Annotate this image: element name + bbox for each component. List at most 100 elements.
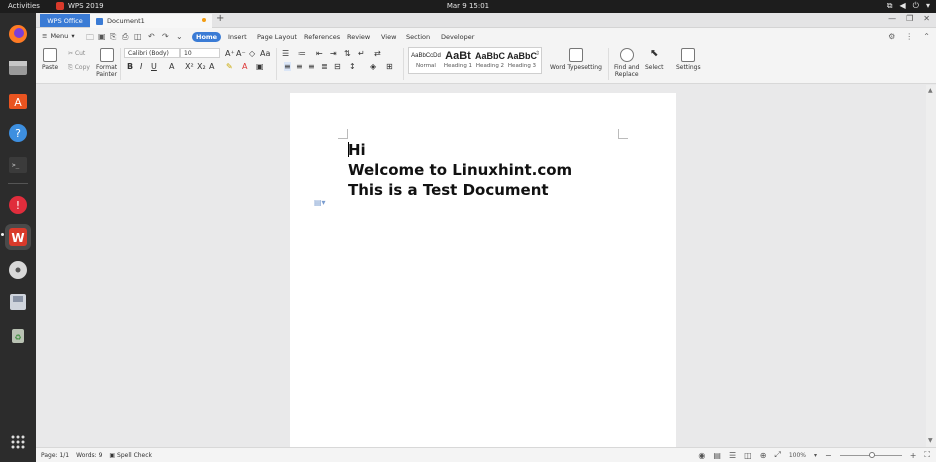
vertical-scrollbar[interactable]: ▲ ▼ [926,85,936,447]
open-folder-icon[interactable]: 🗀 [86,32,94,46]
undo-icon[interactable]: ↶ [148,32,155,41]
align-center-icon[interactable]: ≡ [296,62,303,71]
spell-check-button[interactable]: ▣ Spell Check [109,452,152,459]
save-icon[interactable]: ▣ [98,32,106,41]
decrease-indent-icon[interactable]: ⇤ [316,49,323,58]
tab-review[interactable]: Review [343,32,374,42]
outline-view-icon[interactable]: ☰ [729,451,736,460]
scroll-up-icon[interactable]: ▲ [928,87,933,94]
tab-page-layout[interactable]: Page Layout [253,32,301,42]
copy-button[interactable]: ⎘ Copy [68,64,90,72]
superscript-icon[interactable]: X² [185,62,194,71]
style-heading-3[interactable]: AaBbC Heading 3 [506,49,538,69]
page-count[interactable]: Page: 1/1 [41,452,69,459]
word-count[interactable]: Words: 9 [76,452,102,459]
minimize-button[interactable]: — [888,14,896,23]
zoom-out-button[interactable]: − [825,451,832,460]
style-heading-2[interactable]: AaBbC Heading 2 [474,49,506,69]
document-body[interactable]: Hi Welcome to Linuxhint.com This is a Te… [348,140,572,200]
system-tray[interactable]: ⧉ ◀ ⏻ ▾ [887,1,930,11]
restore-button[interactable]: ❐ [906,14,913,23]
numbering-icon[interactable]: ≔ [298,49,306,58]
shading-icon[interactable]: ◈ [370,62,376,71]
bold-icon[interactable]: B [127,62,133,71]
print-preview-icon[interactable]: ◫ [134,32,142,41]
dock-firefox[interactable] [5,21,31,47]
subscript-icon[interactable]: X₂ [197,62,206,71]
fullscreen-icon[interactable]: ⛶ [924,450,930,460]
web-view-icon[interactable]: ⊕ [760,451,767,460]
justify-icon[interactable]: ≣ [321,62,328,71]
redo-icon[interactable]: ↷ [162,32,169,41]
sort-icon[interactable]: ⇅ [344,49,351,58]
power-icon[interactable]: ⏻ [913,1,919,11]
new-tab-button[interactable]: + [216,13,224,24]
italic-icon[interactable]: I [140,62,142,71]
align-right-icon[interactable]: ≡ [308,62,315,71]
chevron-down-icon[interactable]: ▾ [926,1,930,11]
more-icon[interactable]: ⌄ [176,32,183,41]
tab-section[interactable]: Section [402,32,434,42]
styles-scroll-icon[interactable]: ⇕ [535,50,540,57]
scroll-down-icon[interactable]: ▼ [928,437,933,444]
paragraph-layout-icon[interactable]: ▤▾ [314,198,326,207]
volume-icon[interactable]: ◀ [900,1,906,11]
font-name-select[interactable]: Calibri (Body) [124,48,180,58]
dock-help[interactable]: ? [5,120,31,146]
tab-document[interactable]: Document1 [90,14,212,28]
tab-developer[interactable]: Developer [437,32,478,42]
reading-view-icon[interactable]: ◫ [744,451,752,460]
zoom-dropdown-icon[interactable]: ▾ [814,452,817,459]
tab-wps-office[interactable]: WPS Office [40,14,90,27]
settings-gear-icon[interactable]: ⚙ [888,32,895,41]
show-marks-icon[interactable]: ↵ [358,49,365,58]
distributed-icon[interactable]: ⊟ [334,62,341,71]
line-spacing-icon[interactable]: ↕ [349,62,356,71]
format-painter-button[interactable]: Format Painter [96,48,117,78]
select-button[interactable]: ⬉ Select [645,48,664,71]
network-icon[interactable]: ⧉ [887,1,893,11]
document-page[interactable]: Hi Welcome to Linuxhint.com This is a Te… [290,93,676,447]
collapse-ribbon-icon[interactable]: ⌃ [923,32,930,41]
tab-home[interactable]: Home [192,32,222,42]
zoom-slider-knob[interactable] [868,451,875,458]
font-size-select[interactable]: 10 [180,48,220,58]
main-menu-button[interactable]: ≡ Menu ▾ [42,32,75,40]
style-normal[interactable]: AaBbCcDd Normal [410,49,442,69]
text-effect-icon[interactable]: A [209,62,214,71]
highlight-icon[interactable]: ✎ [226,62,233,71]
cut-button[interactable]: ✂ Cut [68,50,85,57]
dock-terminal[interactable]: >_ [5,152,31,178]
page-view-icon[interactable]: ▤ [713,451,721,460]
char-border-icon[interactable]: ▣ [256,62,264,71]
zoom-slider[interactable] [839,451,902,458]
clock[interactable]: Mar 9 15:01 [0,2,936,10]
settings-button[interactable]: Settings [676,48,701,71]
shrink-font-icon[interactable]: A⁻ [236,49,246,58]
paste-button[interactable]: Paste [42,48,58,71]
dock-software[interactable]: A [5,88,31,114]
zoom-level[interactable]: 100% [789,452,806,459]
strikethrough-icon[interactable]: A [169,62,174,71]
print-icon[interactable]: ⎙ [122,32,128,42]
dock-files[interactable] [5,55,31,81]
bullets-icon[interactable]: ☰ [282,49,289,58]
underline-icon[interactable]: U [151,62,157,71]
increase-indent-icon[interactable]: ⇥ [330,49,337,58]
grow-font-icon[interactable]: A⁺ [225,49,235,58]
change-case-icon[interactable]: Aa [260,49,270,58]
tab-references[interactable]: References [300,32,344,42]
style-heading-1[interactable]: AaBt Heading 1 [442,49,474,69]
dock-drive[interactable] [5,289,31,315]
more-options-icon[interactable]: ⋮ [905,32,913,41]
dock-disc[interactable] [5,257,31,283]
clear-format-icon[interactable]: ◇ [249,49,255,58]
align-left-icon[interactable]: ≡ [284,62,291,71]
tab-view[interactable]: View [377,32,400,42]
dock-wps[interactable]: W [5,224,31,250]
borders-icon[interactable]: ⊞ [386,62,393,71]
zoom-in-button[interactable]: + [910,451,917,460]
document-workspace[interactable]: Hi Welcome to Linuxhint.com This is a Te… [36,85,936,447]
paragraph-options-icon[interactable]: ⇄ [374,49,381,58]
export-pdf-icon[interactable]: ⎘ [110,32,116,42]
